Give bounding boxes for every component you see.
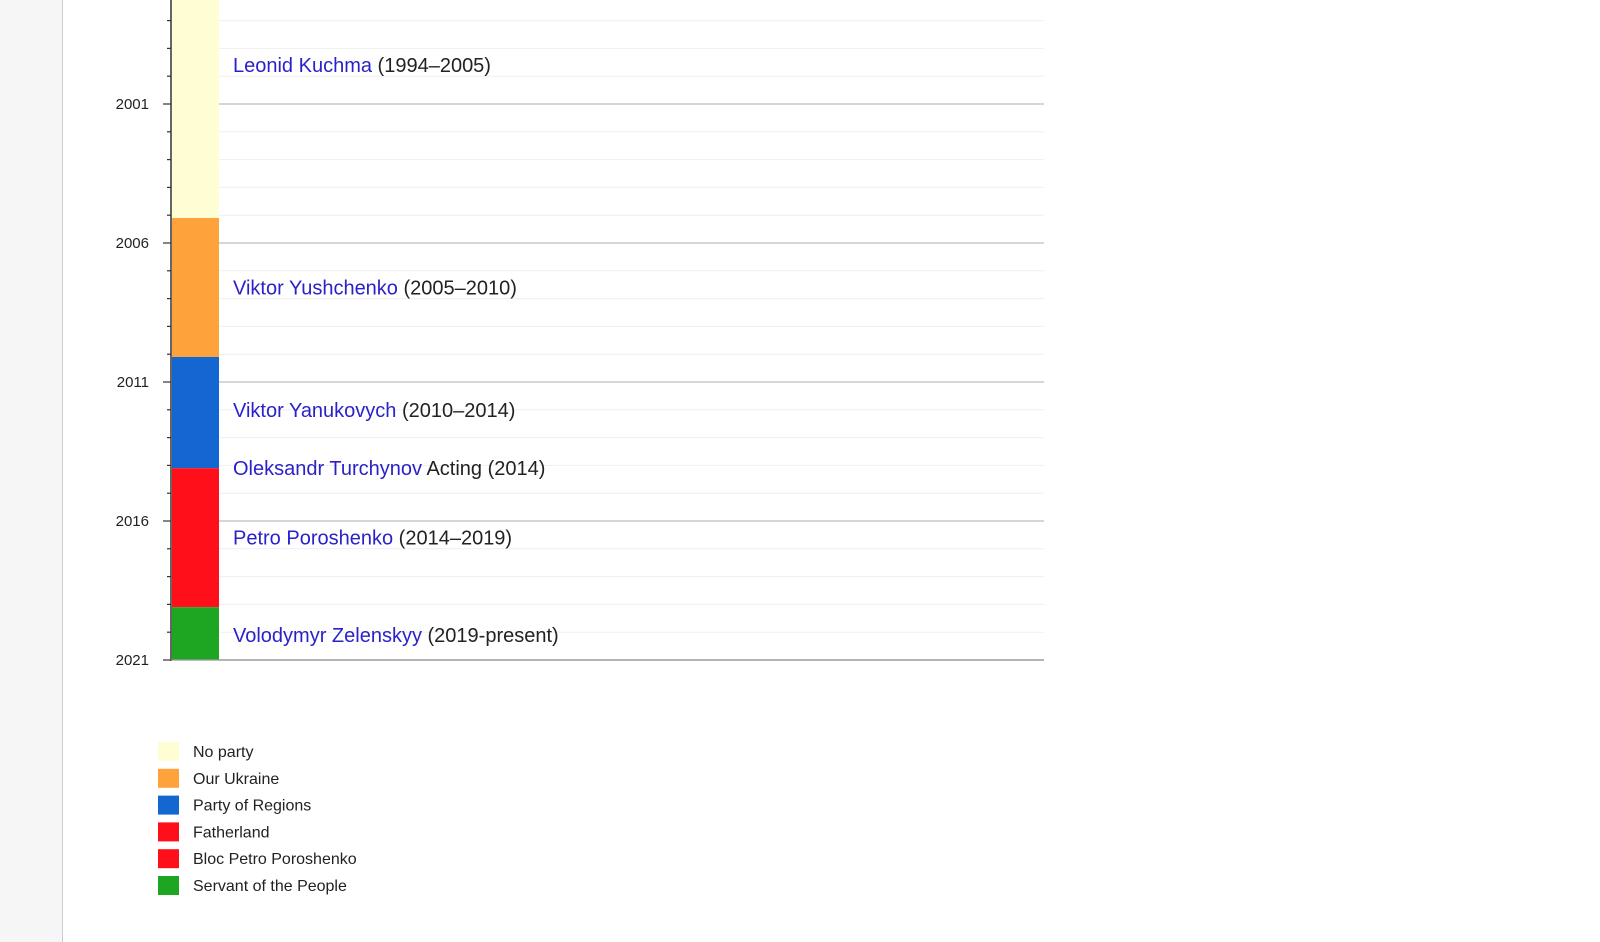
bar-party-of-regions [172, 356, 219, 469]
y-axis: 2001 2006 2011 2016 2021 [116, 0, 1044, 669]
legend-swatch [158, 822, 179, 842]
legend-label: Bloc Petro Poroshenko [193, 851, 357, 868]
timeline-chart: 2001 2006 2011 2016 2021 Leonid Kuchma (1994… [116, 0, 1044, 895]
president-name-link[interactable]: Viktor Yanukovych [233, 400, 396, 422]
president-term: Acting (2014) [422, 458, 545, 480]
president-label: Leonid Kuchma (1994–2005) [233, 55, 491, 77]
president-term: (2010–2014) [396, 400, 515, 422]
president-term: (2014–2019) [393, 528, 512, 550]
president-term: (2019-present) [422, 625, 559, 647]
president-name-link[interactable]: Viktor Yushchenko [233, 277, 398, 299]
president-label: Oleksandr Turchynov Acting (2014) [233, 458, 545, 480]
party-bars [172, 0, 219, 660]
y-tick-label: 2006 [116, 235, 149, 252]
legend-label: Servant of the People [193, 878, 347, 895]
legend-label: Our Ukraine [193, 771, 279, 788]
president-name-link[interactable]: Oleksandr Turchynov [233, 458, 422, 480]
y-tick-label: 2001 [116, 96, 149, 113]
legend: No party Our Ukraine Party of Regions Fathe… [158, 742, 357, 895]
bar-no-party [172, 0, 219, 218]
president-label: Volodymyr Zelenskyy (2019-present) [233, 625, 559, 647]
president-name-link[interactable]: Leonid Kuchma [233, 55, 373, 77]
president-name-link[interactable]: Volodymyr Zelenskyy [233, 625, 422, 647]
president-label: Viktor Yushchenko (2005–2010) [233, 277, 517, 299]
y-tick-label: 2021 [116, 652, 149, 669]
bar-servant-of-the-people [172, 607, 219, 660]
president-term: (1994–2005) [372, 55, 491, 77]
y-tick-label: 2016 [116, 513, 149, 530]
president-term: (2005–2010) [398, 277, 517, 299]
president-name-link[interactable]: Petro Poroshenko [233, 528, 393, 550]
legend-swatch [158, 768, 179, 788]
legend-label: No party [193, 744, 253, 761]
legend-swatch [158, 795, 179, 815]
bar-our-ukraine [172, 217, 219, 357]
president-labels: Leonid Kuchma (1994–2005) Viktor Yushchen… [233, 55, 559, 647]
legend-swatch [158, 876, 179, 895]
president-label: Petro Poroshenko (2014–2019) [233, 528, 512, 550]
bar-fatherland [172, 468, 219, 608]
legend-swatch [158, 849, 179, 869]
legend-label: Party of Regions [193, 798, 311, 815]
president-label: Viktor Yanukovych (2010–2014) [233, 400, 515, 422]
legend-swatch [158, 742, 179, 761]
legend-label: Fatherland [193, 824, 270, 841]
y-tick-label: 2011 [117, 374, 149, 391]
grid-lines [219, 20, 1044, 661]
